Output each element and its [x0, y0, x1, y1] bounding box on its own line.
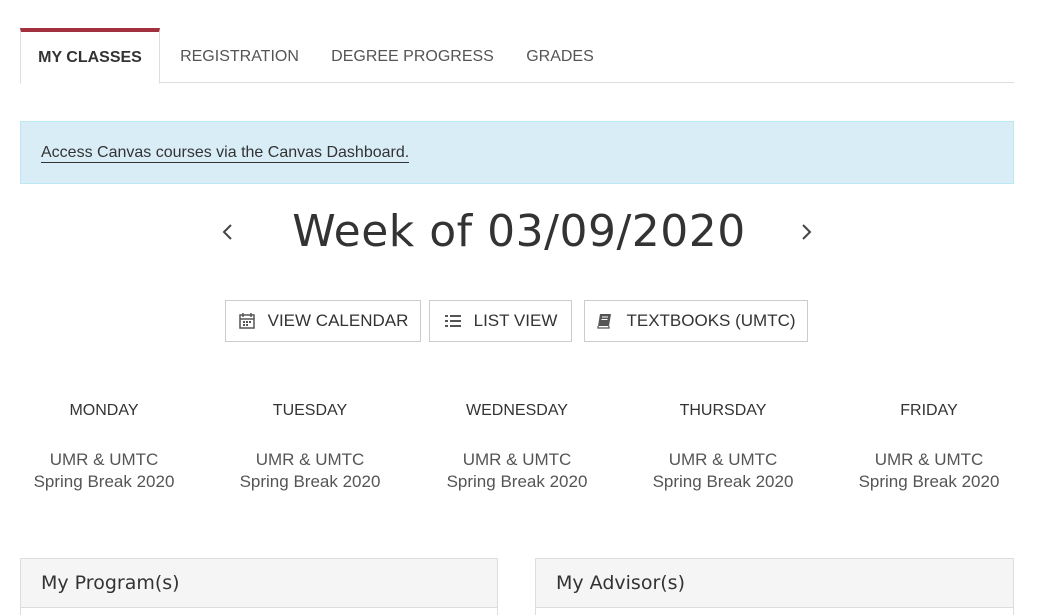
tab-my-classes[interactable]: MY CLASSES: [20, 28, 160, 84]
my-advisors-panel: My Advisor(s): [535, 558, 1014, 615]
chevron-right-icon[interactable]: [794, 220, 818, 244]
event-line2[interactable]: Spring Break 2020: [417, 472, 617, 492]
event-line1[interactable]: UMR & UMTC: [417, 450, 617, 470]
day-name: TUESDAY: [272, 402, 348, 419]
textbooks-button[interactable]: TEXTBOOKS (UMTC): [584, 300, 808, 342]
main-tabs: MY CLASSES REGISTRATION DEGREE PROGRESS …: [20, 28, 1014, 84]
panel-body: [21, 607, 497, 615]
event-line2[interactable]: Spring Break 2020: [210, 472, 410, 492]
panel-body: [536, 607, 1013, 615]
book-icon: [596, 312, 614, 330]
panel-title: My Advisor(s): [556, 572, 685, 594]
event-line1[interactable]: UMR & UMTC: [210, 450, 410, 470]
week-title: Week of 03/09/2020: [292, 206, 746, 257]
event-line1[interactable]: UMR & UMTC: [829, 450, 1029, 470]
day-name: WEDNESDAY: [466, 402, 568, 419]
event-line1[interactable]: UMR & UMTC: [4, 450, 204, 470]
event-line1[interactable]: UMR & UMTC: [623, 450, 823, 470]
day-name: MONDAY: [69, 402, 139, 419]
my-programs-panel: My Program(s): [20, 558, 498, 615]
canvas-info-alert: Access Canvas courses via the Canvas Das…: [20, 121, 1014, 184]
event-line2[interactable]: Spring Break 2020: [829, 472, 1029, 492]
view-calendar-label: VIEW CALENDAR: [267, 311, 409, 330]
event-line2[interactable]: Spring Break 2020: [623, 472, 823, 492]
textbooks-label: TEXTBOOKS (UMTC): [626, 311, 796, 330]
list-view-button[interactable]: LIST VIEW: [429, 300, 572, 342]
list-view-label: LIST VIEW: [473, 311, 558, 330]
list-icon: [444, 312, 462, 330]
tab-grades[interactable]: GRADES: [520, 28, 600, 83]
event-line2[interactable]: Spring Break 2020: [4, 472, 204, 492]
canvas-dashboard-link[interactable]: Access Canvas courses via the Canvas Das…: [41, 144, 410, 163]
view-calendar-button[interactable]: VIEW CALENDAR: [225, 300, 421, 342]
calendar-icon: [238, 312, 256, 330]
tab-degree-progress[interactable]: DEGREE PROGRESS: [320, 28, 505, 83]
tab-registration[interactable]: REGISTRATION: [162, 28, 317, 83]
panel-title: My Program(s): [41, 572, 180, 594]
day-name: FRIDAY: [900, 402, 958, 419]
day-name: THURSDAY: [679, 402, 767, 419]
